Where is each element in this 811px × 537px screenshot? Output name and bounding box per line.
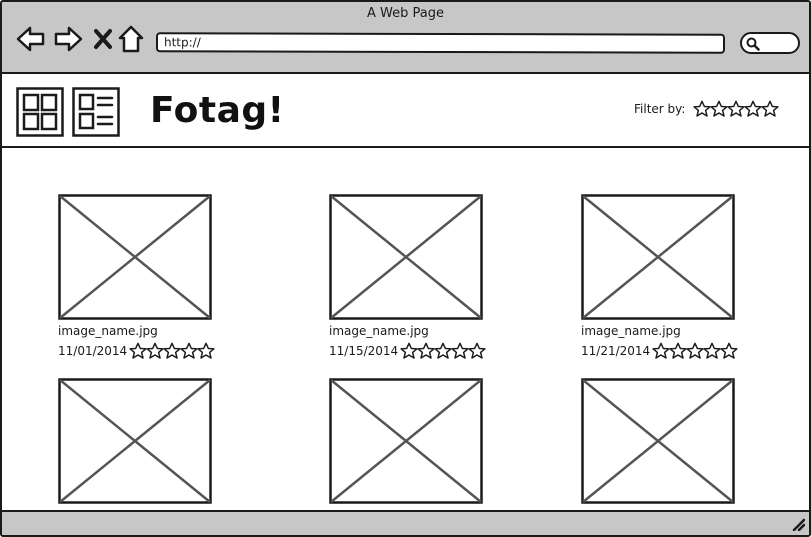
image-tile[interactable]: image_name.jpg 11/15/2014 — [329, 194, 499, 361]
star-icon[interactable] — [400, 342, 418, 360]
image-tile[interactable]: image_name.jpg 11/01/2014 — [58, 194, 228, 361]
app-header: Fotag! Filter by: — [2, 76, 809, 148]
image-grid: image_name.jpg 11/01/2014 image_name.jpg — [2, 150, 809, 508]
filter-stars — [693, 100, 780, 118]
app-title: Fotag! — [150, 90, 285, 131]
grid-view-button[interactable] — [16, 87, 64, 137]
star-icon[interactable] — [761, 100, 780, 118]
star-icon[interactable] — [180, 342, 198, 360]
image-tile[interactable]: image_name.jpg 11/21/2014 — [581, 194, 751, 361]
star-icon[interactable] — [669, 342, 687, 360]
star-icon[interactable] — [197, 342, 215, 360]
star-icon[interactable] — [693, 100, 712, 118]
star-icon[interactable] — [468, 342, 486, 360]
star-icon[interactable] — [703, 342, 721, 360]
star-icon[interactable] — [686, 342, 704, 360]
image-placeholder[interactable] — [581, 194, 735, 320]
star-icon[interactable] — [744, 100, 763, 118]
url-input[interactable] — [155, 32, 726, 54]
browser-search-button[interactable] — [740, 32, 800, 54]
forward-arrow-icon — [54, 26, 83, 52]
image-placeholder[interactable] — [329, 194, 483, 320]
star-icon[interactable] — [652, 342, 670, 360]
home-button[interactable] — [116, 24, 146, 54]
image-rating — [129, 342, 215, 360]
image-placeholder[interactable] — [329, 378, 483, 504]
image-meta: 11/21/2014 — [581, 341, 751, 361]
star-icon[interactable] — [417, 342, 435, 360]
grid-view-icon — [16, 87, 64, 137]
image-tile[interactable] — [329, 378, 499, 504]
forward-button[interactable] — [53, 24, 83, 54]
back-button[interactable] — [16, 24, 46, 54]
star-icon[interactable] — [720, 342, 738, 360]
list-view-icon — [72, 87, 120, 137]
filter-label: Filter by: — [634, 102, 686, 116]
image-rating — [652, 342, 738, 360]
image-placeholder[interactable] — [58, 378, 212, 504]
image-date: 11/15/2014 — [329, 344, 399, 358]
star-icon[interactable] — [163, 342, 181, 360]
back-arrow-icon — [16, 26, 45, 52]
stop-button[interactable] — [88, 24, 118, 54]
image-meta: 11/15/2014 — [329, 341, 499, 361]
window-title: A Web Page — [367, 6, 444, 21]
image-filename: image_name.jpg — [58, 324, 158, 338]
rating-filter: Filter by: — [634, 100, 780, 118]
image-tile[interactable] — [58, 378, 228, 504]
search-icon — [746, 37, 760, 51]
close-icon — [94, 29, 112, 49]
resize-grip-icon[interactable] — [791, 517, 805, 531]
image-filename: image_name.jpg — [329, 324, 429, 338]
star-icon[interactable] — [129, 342, 147, 360]
star-icon[interactable] — [727, 100, 746, 118]
image-placeholder[interactable] — [581, 378, 735, 504]
list-view-button[interactable] — [72, 87, 120, 137]
browser-chrome: A Web Page — [2, 2, 809, 74]
image-filename: image_name.jpg — [581, 324, 681, 338]
browser-window: A Web Page http:// Fotag! Filter by: ima… — [0, 0, 811, 537]
star-icon[interactable] — [434, 342, 452, 360]
star-icon[interactable] — [710, 100, 729, 118]
star-icon[interactable] — [451, 342, 469, 360]
image-placeholder[interactable] — [58, 194, 212, 320]
image-rating — [400, 342, 486, 360]
image-date: 11/01/2014 — [58, 344, 128, 358]
status-bar — [2, 510, 809, 535]
image-meta: 11/01/2014 — [58, 341, 228, 361]
home-icon — [118, 25, 144, 53]
image-tile[interactable] — [581, 378, 751, 504]
image-date: 11/21/2014 — [581, 344, 651, 358]
star-icon[interactable] — [146, 342, 164, 360]
